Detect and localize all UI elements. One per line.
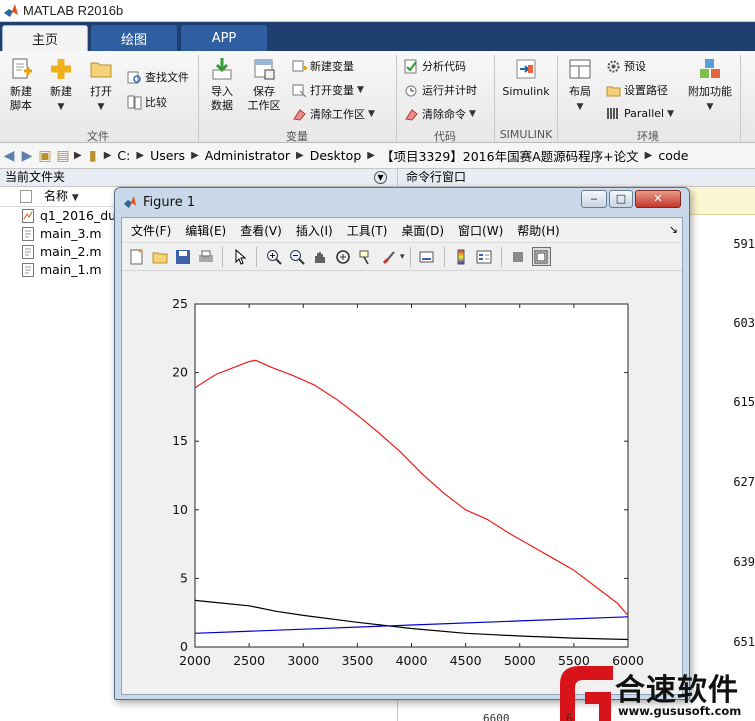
watermark-url: www.gususoft.com	[618, 704, 742, 718]
x-tick-label: 3000	[287, 653, 319, 668]
y-tick-label: 15	[172, 433, 188, 448]
output-number: 6600	[483, 712, 510, 721]
watermark-text: 合速软件	[615, 673, 739, 708]
y-tick-label: 20	[172, 365, 188, 380]
x-tick-label: 5000	[504, 653, 536, 668]
y-tick-label: 0	[180, 639, 188, 654]
y-tick-label: 10	[172, 502, 188, 517]
x-tick-label: 3500	[341, 653, 373, 668]
x-tick-label: 2500	[233, 653, 265, 668]
line-chart: 2000 2500 3000 3500 4000 4500 5000 5500 60000510…	[172, 296, 644, 668]
output-number: 6	[566, 712, 573, 721]
x-tick-label: 4000	[396, 653, 428, 668]
y-tick-label: 5	[180, 570, 188, 585]
y-tick-label: 25	[172, 296, 188, 311]
plot-area	[194, 303, 629, 648]
x-tick-label: 2000	[179, 653, 211, 668]
x-tick-label: 4500	[450, 653, 482, 668]
